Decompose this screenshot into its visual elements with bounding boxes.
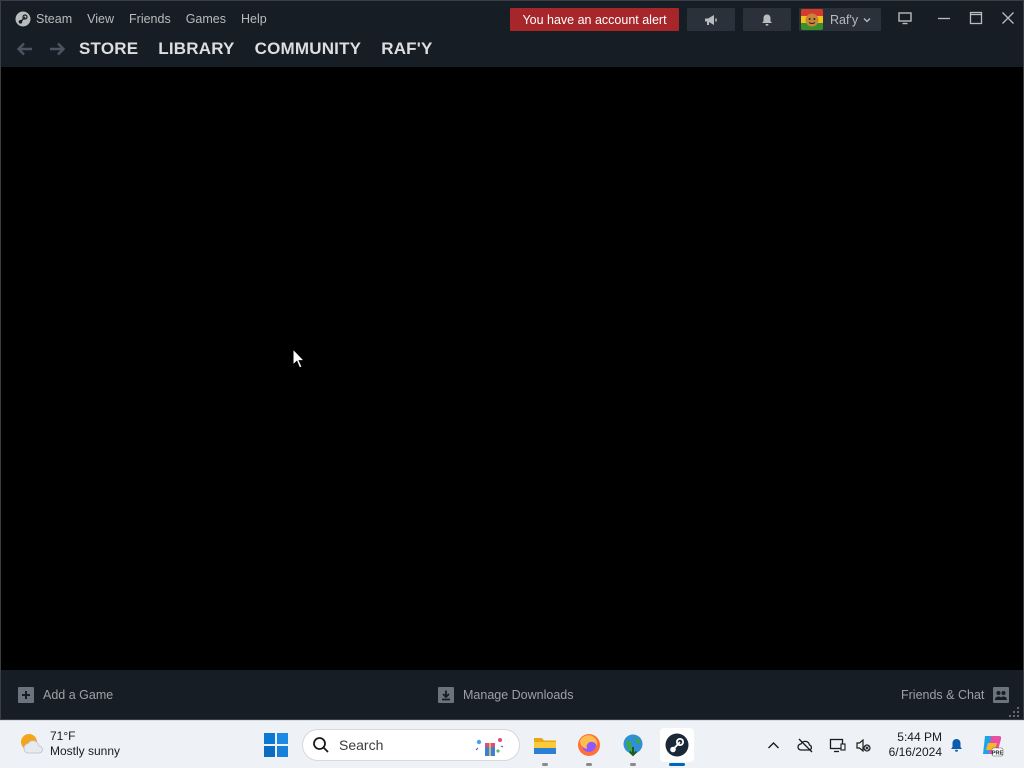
steam-logo-icon <box>15 11 31 27</box>
mouse-cursor-icon <box>292 348 306 369</box>
show-hidden-icons-button[interactable] <box>763 735 783 755</box>
notification-center-button[interactable] <box>946 735 966 755</box>
add-game-button[interactable]: Add a Game <box>18 687 113 703</box>
menu-friends[interactable]: Friends <box>129 12 171 26</box>
steam-bottombar: Add a Game Manage Downloads Friends & Ch… <box>1 670 1023 719</box>
steam-window: Steam View Friends Games Help STORE LIBR… <box>0 0 1024 720</box>
copilot-icon[interactable]: PRE <box>980 733 1004 757</box>
clock-time: 5:44 PM <box>897 730 942 744</box>
weather-widget[interactable]: 71°F Mostly sunny <box>18 729 120 759</box>
close-icon <box>1002 12 1014 24</box>
download-icon <box>438 687 454 703</box>
friends-chat-label: Friends & Chat <box>901 688 985 702</box>
steam-titlebar: Steam View Friends Games Help STORE LIBR… <box>1 1 1023 67</box>
tab-community[interactable]: COMMUNITY <box>255 39 362 59</box>
focused-indicator <box>669 763 685 766</box>
taskbar-app-explorer[interactable] <box>528 728 562 766</box>
firefox-icon <box>578 734 600 756</box>
menu-steam-label: Steam <box>36 12 73 26</box>
onedrive-tray-button[interactable] <box>795 735 815 755</box>
friends-chat-button[interactable]: Friends & Chat <box>901 687 1010 703</box>
notifications-button[interactable] <box>743 8 791 31</box>
menu-view[interactable]: View <box>87 12 114 26</box>
clock-date: 6/16/2024 <box>888 745 942 759</box>
steam-content-area[interactable] <box>1 67 1023 670</box>
arrow-left-icon <box>16 42 32 56</box>
tab-store[interactable]: STORE <box>79 39 138 59</box>
display-tray-button[interactable] <box>827 735 847 755</box>
account-menu-button[interactable]: Raf'y <box>799 8 881 31</box>
network-volume-tray-button[interactable] <box>853 735 873 755</box>
chevron-down-icon <box>863 17 871 22</box>
friends-icon <box>993 687 1010 703</box>
plus-icon <box>18 687 34 703</box>
menu-games[interactable]: Games <box>186 12 226 26</box>
add-game-label: Add a Game <box>43 688 114 702</box>
tab-library[interactable]: LIBRARY <box>158 39 234 59</box>
minimize-icon <box>938 17 950 20</box>
taskbar-search-box[interactable]: Search <box>302 729 520 761</box>
weather-condition: Mostly sunny <box>50 744 121 758</box>
manage-downloads-button[interactable]: Manage Downloads <box>438 687 574 703</box>
account-alert-button[interactable]: You have an account alert <box>510 8 679 31</box>
avatar <box>801 9 823 30</box>
network-volume-icon <box>855 738 871 752</box>
notification-bell-icon <box>950 738 962 752</box>
steam-icon <box>665 733 689 757</box>
weather-temp: 71°F <box>50 729 76 743</box>
sun-cloud-icon <box>21 734 43 754</box>
resize-grip-icon[interactable] <box>1008 706 1020 718</box>
maximize-icon <box>969 11 983 25</box>
bell-icon <box>762 14 772 26</box>
search-icon <box>313 737 329 753</box>
running-indicator <box>630 763 636 766</box>
menu-help[interactable]: Help <box>241 12 267 26</box>
windows-start-icon[interactable] <box>264 733 288 757</box>
taskbar-clock[interactable]: 5:44 PM 6/16/2024 <box>880 730 942 760</box>
big-picture-button[interactable] <box>892 7 918 29</box>
maximize-button[interactable] <box>963 7 989 29</box>
folder-icon <box>534 738 556 754</box>
svg-text:PRE: PRE <box>992 751 1004 757</box>
close-button[interactable] <box>995 7 1021 29</box>
chevron-up-icon <box>767 741 779 748</box>
manage-downloads-label: Manage Downloads <box>463 688 574 702</box>
menu-steam[interactable]: Steam <box>15 11 72 27</box>
taskbar-app-idm[interactable] <box>616 728 650 766</box>
search-placeholder: Search <box>339 737 384 753</box>
tab-profile[interactable]: RAF'Y <box>381 39 432 59</box>
megaphone-icon <box>705 14 717 25</box>
minimize-button[interactable] <box>931 7 957 29</box>
display-icon <box>829 738 846 752</box>
arrow-right-icon <box>50 42 66 56</box>
running-indicator <box>542 763 548 766</box>
back-button[interactable] <box>15 39 35 59</box>
taskbar-app-steam[interactable] <box>660 728 694 766</box>
windows-taskbar: 71°F Mostly sunny Search 5:44 PM 6/16/20… <box>0 720 1024 768</box>
onedrive-offline-icon <box>796 738 812 752</box>
steam-menubar: Steam View Friends Games Help <box>15 9 282 29</box>
taskbar-app-firefox[interactable] <box>572 728 606 766</box>
idm-globe-icon <box>623 734 643 757</box>
monitor-icon <box>898 12 912 25</box>
running-indicator <box>586 763 592 766</box>
forward-button[interactable] <box>47 39 67 59</box>
steam-nav: STORE LIBRARY COMMUNITY RAF'Y <box>15 37 453 61</box>
account-name: Raf'y <box>830 12 859 27</box>
announcements-button[interactable] <box>687 8 735 31</box>
search-highlight-icon <box>475 738 504 756</box>
